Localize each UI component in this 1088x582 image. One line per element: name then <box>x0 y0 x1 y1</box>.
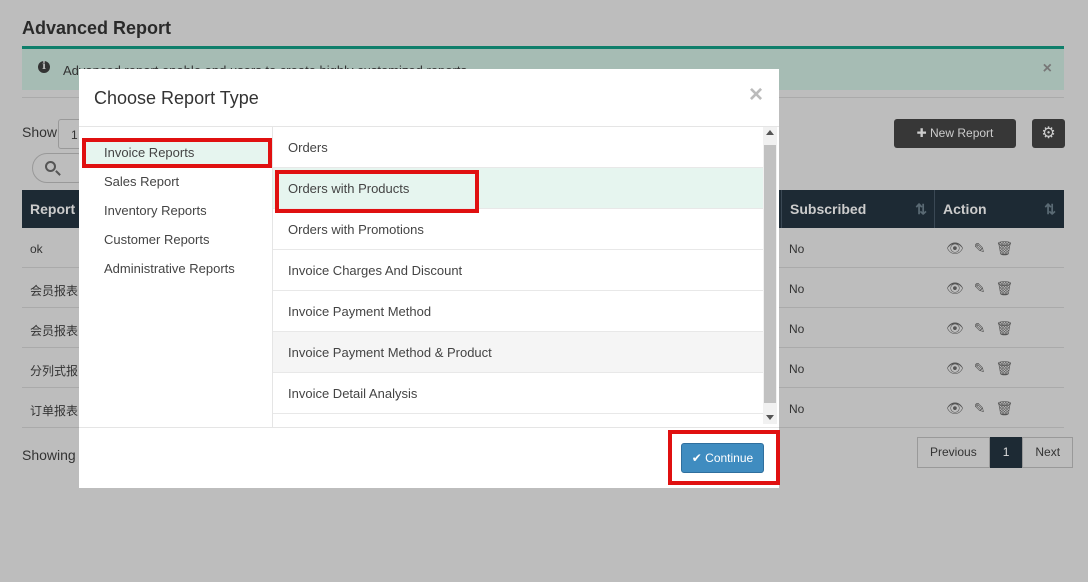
category-invoice-reports[interactable]: Invoice Reports <box>104 145 194 160</box>
row-actions: 👁 ✎ 🗑 <box>946 360 1023 377</box>
options-scrollbar[interactable] <box>763 127 777 424</box>
settings-button[interactable]: ⚙ <box>1032 119 1065 148</box>
trash-icon[interactable]: 🗑 <box>996 360 1014 376</box>
option-invoice-charges-and-discount[interactable]: Invoice Charges And Discount <box>273 250 763 291</box>
row-actions: 👁 ✎ 🗑 <box>946 320 1023 337</box>
eye-icon[interactable]: 👁 <box>946 240 964 256</box>
new-report-label: New Report <box>930 126 994 140</box>
column-label: Subscribed <box>790 201 867 217</box>
report-name-cell: 分列式报 <box>30 364 79 378</box>
edit-icon[interactable]: ✎ <box>974 400 986 416</box>
scroll-up-icon[interactable] <box>766 130 774 135</box>
option-orders-with-promotions[interactable]: Orders with Promotions <box>273 209 763 250</box>
edit-icon[interactable]: ✎ <box>974 280 986 296</box>
category-inventory-reports[interactable]: Inventory Reports <box>104 203 207 218</box>
eye-icon[interactable]: 👁 <box>946 280 964 296</box>
report-name-cell: ok <box>30 242 43 256</box>
eye-icon[interactable]: 👁 <box>946 320 964 336</box>
option-orders[interactable]: Orders <box>273 127 763 168</box>
row-actions: 👁 ✎ 🗑 <box>946 280 1023 297</box>
page-1-button[interactable]: 1 <box>989 437 1023 468</box>
sort-icon: ⇅ <box>1044 201 1056 217</box>
category-sales-report[interactable]: Sales Report <box>104 174 179 189</box>
column-header-action[interactable]: Action ⇅ <box>934 190 1064 228</box>
report-name-cell: 会员报表 <box>30 284 79 298</box>
trash-icon[interactable]: 🗑 <box>996 320 1014 336</box>
gear-icon: ⚙ <box>1041 125 1056 142</box>
trash-icon[interactable]: 🗑 <box>996 400 1014 416</box>
scrollbar-thumb[interactable] <box>764 145 776 403</box>
edit-icon[interactable]: ✎ <box>974 240 986 256</box>
subscribed-cell: No <box>789 362 805 376</box>
page-title: Advanced Report <box>22 18 172 38</box>
continue-button[interactable]: ✔ Continue <box>681 443 764 473</box>
column-header-subscribed[interactable]: Subscribed ⇅ <box>781 190 935 228</box>
eye-icon[interactable]: 👁 <box>946 400 964 416</box>
showing-text: Showing 1 <box>22 447 88 463</box>
subscribed-cell: No <box>789 282 805 296</box>
report-name-cell: 会员报表 <box>30 324 79 338</box>
category-customer-reports[interactable]: Customer Reports <box>104 232 209 247</box>
column-label: Action <box>943 201 987 217</box>
trash-icon[interactable]: 🗑 <box>996 280 1014 296</box>
show-label: Show <box>22 124 58 140</box>
report-name-cell: 订单报表 <box>30 404 79 418</box>
sort-icon: ⇅ <box>915 201 927 217</box>
info-circle-icon: i <box>38 61 50 73</box>
trash-icon[interactable]: 🗑 <box>996 240 1014 256</box>
subscribed-cell: No <box>789 402 805 416</box>
alert-close-button[interactable]: × <box>1043 60 1052 78</box>
edit-icon[interactable]: ✎ <box>974 320 986 336</box>
choose-report-type-modal: Choose Report Type × Invoice Reports Sal… <box>79 69 780 488</box>
report-type-list: Orders Orders with Products Orders with … <box>273 127 763 427</box>
selected-option-highlight <box>275 170 479 213</box>
plus-icon: ✚ <box>916 126 927 140</box>
new-report-button[interactable]: ✚ New Report <box>894 119 1016 148</box>
previous-page-button[interactable]: Previous <box>917 437 990 468</box>
category-administrative-reports[interactable]: Administrative Reports <box>104 261 235 276</box>
eye-icon[interactable]: 👁 <box>946 360 964 376</box>
next-page-button[interactable]: Next <box>1022 437 1074 468</box>
modal-title: Choose Report Type <box>94 88 259 108</box>
check-icon: ✔ <box>691 451 702 465</box>
option-invoice-payment-method-product[interactable]: Invoice Payment Method & Product <box>273 332 763 373</box>
scroll-down-icon[interactable] <box>766 415 774 420</box>
option-invoice-detail-analysis[interactable]: Invoice Detail Analysis <box>273 373 763 414</box>
row-actions: 👁 ✎ 🗑 <box>946 400 1023 417</box>
search-icon <box>45 161 56 172</box>
subscribed-cell: No <box>789 322 805 336</box>
modal-close-button[interactable]: × <box>749 81 763 109</box>
edit-icon[interactable]: ✎ <box>974 360 986 376</box>
report-category-list: Invoice Reports Sales Report Inventory R… <box>79 127 273 427</box>
modal-footer-divider <box>79 427 779 428</box>
option-invoice-payment-method[interactable]: Invoice Payment Method <box>273 291 763 332</box>
subscribed-cell: No <box>789 242 805 256</box>
continue-label: Continue <box>705 451 754 465</box>
pagination: Previous 1 Next <box>917 437 1074 468</box>
row-actions: 👁 ✎ 🗑 <box>946 240 1023 257</box>
